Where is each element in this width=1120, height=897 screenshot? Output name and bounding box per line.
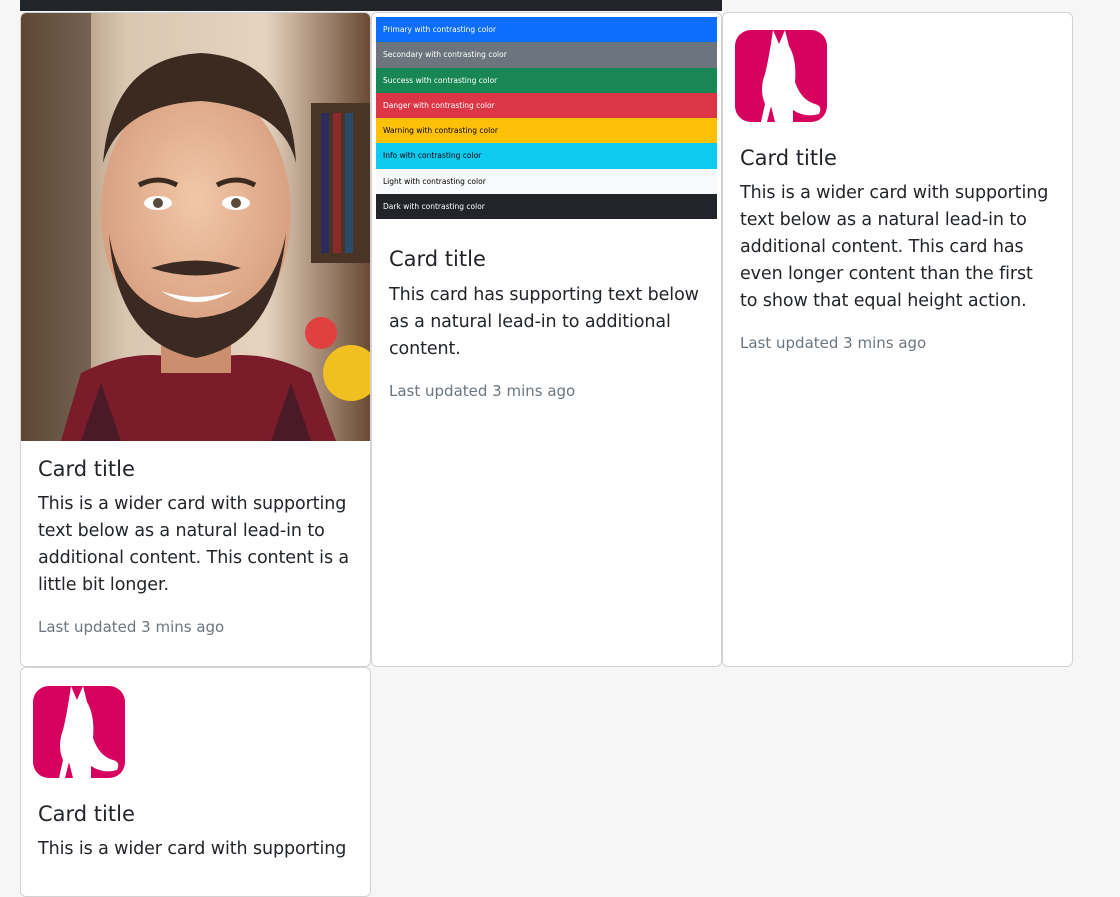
card-portrait: Card title This is a wider card with sup… [20,12,371,667]
cat-logo-icon [735,30,827,122]
card-title: Card title [38,802,135,826]
portrait-photo [21,13,370,441]
swatch-info: Info with contrasting color [376,143,717,169]
swatch-secondary: Secondary with contrasting color [376,42,717,68]
last-updated-text: Last updated 3 mins ago [740,334,927,353]
card-color-swatches: Primary with contrasting color Secondary… [371,12,722,667]
cat-logo-icon [33,686,125,778]
last-updated-text: Last updated 3 mins ago [38,618,225,637]
swatch-light: Light with contrasting color [376,168,717,195]
card-title: Card title [740,146,837,170]
card-text: This card has supporting text below as a… [389,284,699,359]
swatch-primary: Primary with contrasting color [376,17,717,43]
card-text: This is a wider card with supporting tex… [38,494,350,596]
card-title: Card title [389,247,486,272]
card-text: This is a wider card with supporting tex… [740,183,1049,312]
swatch-success: Success with contrasting color [376,67,717,93]
swatch-warning: Warning with contrasting color [376,118,717,144]
swatch-danger: Danger with contrasting color [376,92,717,119]
card-title: Card title [38,457,135,481]
swatch-dark: Dark with contrasting color [376,194,717,220]
color-swatches-image: Primary with contrasting color Secondary… [376,17,717,220]
card-text: This is a wider card with supporting [38,839,347,860]
card-logo: Card title This is a wider card with sup… [722,12,1073,667]
card-logo-2: Card title This is a wider card with sup… [20,667,371,897]
top-dark-bar [20,0,722,11]
last-updated-text: Last updated 3 mins ago [389,381,576,400]
